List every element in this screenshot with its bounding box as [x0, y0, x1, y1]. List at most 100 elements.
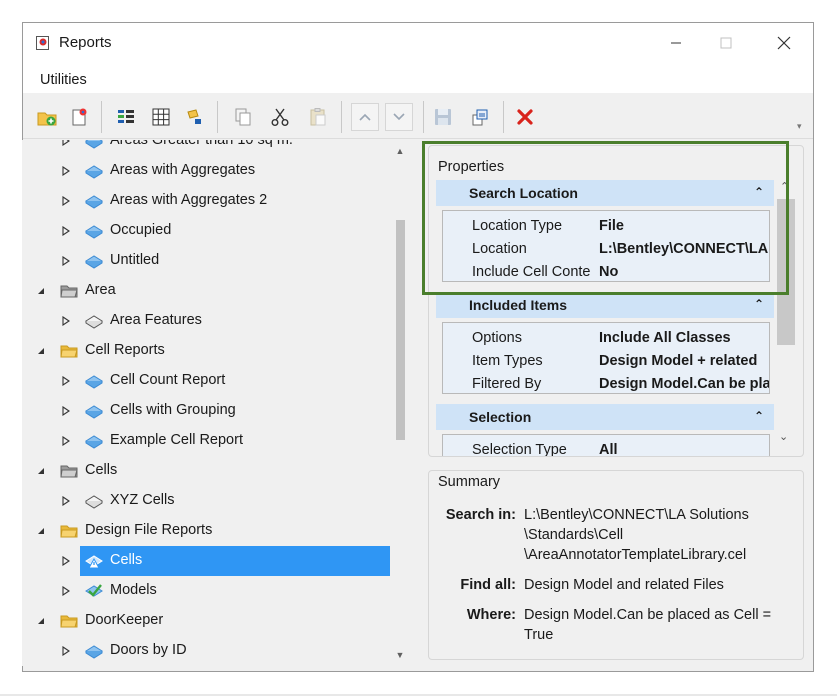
new-report-icon [72, 108, 87, 126]
tree-item[interactable]: Doors by ID [22, 636, 392, 666]
chevron-up-icon[interactable]: ⌃ [754, 409, 764, 423]
tree-item[interactable]: Example Cell Report [22, 426, 392, 456]
report-icon [85, 643, 103, 659]
scroll-up-arrow[interactable]: ▲ [394, 146, 406, 156]
expanded-arrow-icon[interactable] [34, 344, 48, 358]
tree-item[interactable]: Area [22, 276, 392, 306]
property-key: Item Types [472, 353, 543, 369]
move-up-button[interactable] [351, 103, 379, 131]
tree-item-label: Areas with Aggregates [110, 162, 256, 178]
section-included-items[interactable]: Included Items ⌃ [436, 292, 774, 318]
minimize-button[interactable] [653, 23, 699, 63]
report-icon [85, 313, 103, 329]
tree-item[interactable]: DoorKeeper [22, 606, 392, 636]
collapsed-arrow-icon[interactable] [59, 374, 73, 388]
delete-button[interactable] [511, 103, 539, 131]
expanded-arrow-icon[interactable] [34, 614, 48, 628]
add-folder-button[interactable] [33, 103, 61, 131]
report-icon [85, 193, 103, 209]
section-selection[interactable]: Selection ⌃ [436, 404, 774, 430]
collapsed-arrow-icon[interactable] [59, 404, 73, 418]
summary-panel: Summary Search in: L:\Bentley\CONNECT\LA… [428, 470, 804, 660]
collapsed-arrow-icon[interactable] [59, 644, 73, 658]
section-title: Selection [469, 409, 532, 425]
summary-line: L:\Bentley\CONNECT\LA Solutions [524, 507, 749, 523]
property-row[interactable]: Selection Type All [443, 439, 769, 457]
summary-search-in-value: L:\Bentley\CONNECT\LA Solutions \Standar… [524, 505, 794, 565]
window-title: Reports [59, 34, 112, 51]
summary-find-all-value: Design Model and related Files [524, 577, 724, 593]
app-icon [36, 36, 49, 50]
table-button[interactable] [147, 103, 175, 131]
scroll-thumb[interactable] [396, 220, 405, 440]
collapsed-arrow-icon[interactable] [59, 140, 73, 148]
collapsed-arrow-icon[interactable] [59, 494, 73, 508]
collapsed-arrow-icon[interactable] [59, 554, 73, 568]
tree-item[interactable]: XYZ Cells [22, 486, 392, 516]
tree-item[interactable]: Cells [22, 546, 392, 576]
tree-item-label: Area [85, 282, 116, 298]
collapsed-arrow-icon[interactable] [59, 314, 73, 328]
collapsed-arrow-icon[interactable] [59, 584, 73, 598]
tree-item[interactable]: Areas Greater than 10 sq m. [22, 140, 392, 156]
tree-item[interactable]: Occupied [22, 216, 392, 246]
property-key: Selection Type [472, 442, 567, 457]
save-button[interactable] [429, 103, 457, 131]
report-icon [85, 253, 103, 269]
collapsed-arrow-icon[interactable] [59, 434, 73, 448]
tree-item-label: Cells [85, 462, 118, 478]
tree-item[interactable]: Cells with Grouping [22, 396, 392, 426]
property-row[interactable]: Options Include All Classes [443, 327, 769, 350]
summary-find-all-label: Find all: [460, 577, 516, 593]
move-down-button[interactable] [385, 103, 413, 131]
tree-item[interactable]: Areas with Aggregates 2 [22, 186, 392, 216]
expanded-arrow-icon[interactable] [34, 524, 48, 538]
scroll-down-arrow[interactable]: ▼ [394, 650, 406, 660]
property-value: All [599, 442, 618, 457]
toolbar-separator [101, 101, 102, 133]
title-bar[interactable]: Reports [23, 23, 813, 63]
maximize-button[interactable] [703, 23, 749, 63]
toolbar-overflow-icon[interactable]: ▾ [797, 121, 802, 132]
report-tree[interactable]: Areas Greater than 10 sq m. Areas with Ag… [22, 140, 412, 666]
move-up-icon [359, 113, 371, 121]
maximize-icon [720, 37, 732, 49]
property-row[interactable]: Filtered By Design Model.Can be pla [443, 373, 769, 393]
tree-item[interactable]: Cell Count Report [22, 366, 392, 396]
expanded-arrow-icon[interactable] [34, 464, 48, 478]
tree-item[interactable]: Cell Reports [22, 336, 392, 366]
tree-item[interactable]: Areas with Aggregates [22, 156, 392, 186]
paste-button[interactable] [304, 103, 332, 131]
highlight-button[interactable] [181, 103, 209, 131]
report-icon [85, 140, 103, 149]
bottom-divider [0, 694, 837, 696]
collapsed-arrow-icon[interactable] [59, 164, 73, 178]
tree-item[interactable]: Design File Reports [22, 516, 392, 546]
chevron-down-icon[interactable]: ⌄ [779, 430, 788, 443]
tree-item[interactable]: Cells [22, 456, 392, 486]
tree-item[interactable]: Untitled [22, 246, 392, 276]
tree-item[interactable]: Area Features [22, 306, 392, 336]
chevron-up-icon[interactable]: ⌃ [754, 297, 764, 311]
collapsed-arrow-icon[interactable] [59, 224, 73, 238]
expanded-arrow-icon[interactable] [34, 284, 48, 298]
close-button[interactable] [761, 23, 807, 63]
menu-utilities[interactable]: Utilities [40, 72, 87, 88]
columns-button[interactable] [112, 103, 140, 131]
tree-item-label: Areas Greater than 10 sq m. [110, 140, 293, 148]
collapsed-arrow-icon[interactable] [59, 194, 73, 208]
summary-where-value: Design Model.Can be placed as Cell = Tru… [524, 605, 794, 645]
tree-item[interactable]: Models [22, 576, 392, 606]
toolbar-separator [341, 101, 342, 133]
highlight-icon [187, 109, 201, 124]
copy-button[interactable] [229, 103, 257, 131]
cut-button[interactable] [266, 103, 294, 131]
new-report-button[interactable] [66, 103, 94, 131]
export-button[interactable] [466, 103, 494, 131]
tree-scrollbar[interactable]: ▲ ▼ [392, 140, 406, 666]
copy-icon [235, 108, 251, 126]
property-value: Include All Classes [599, 330, 731, 346]
property-row[interactable]: Item Types Design Model + related [443, 350, 769, 373]
collapsed-arrow-icon[interactable] [59, 254, 73, 268]
highlight-box [422, 141, 789, 295]
